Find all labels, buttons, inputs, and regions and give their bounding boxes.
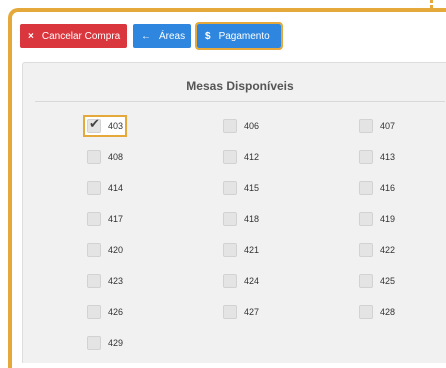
table-option-403[interactable]: ✔ 403 (82, 115, 128, 137)
checkmark-icon: ✔ (89, 117, 100, 132)
cancel-purchase-label: Cancelar Compra (41, 30, 121, 42)
table-checkbox[interactable] (87, 212, 101, 226)
areas-label: Áreas (159, 30, 186, 42)
table-checkbox[interactable] (223, 150, 237, 164)
table-checkbox[interactable] (223, 181, 237, 195)
table-checkbox[interactable] (223, 305, 237, 319)
table-number-label: 415 (244, 183, 260, 193)
table-checkbox[interactable] (87, 243, 101, 257)
table-option-408[interactable]: 408 (85, 148, 125, 166)
table-option-422[interactable]: 422 (357, 241, 397, 259)
table-option-414[interactable]: 414 (85, 179, 125, 197)
table-option-415[interactable]: 415 (221, 179, 261, 197)
table-checkbox[interactable] (223, 119, 237, 133)
table-option-420[interactable]: 420 (85, 241, 125, 259)
table-number-label: 416 (380, 183, 396, 193)
table-option-421[interactable]: 421 (221, 241, 261, 259)
close-icon: × (28, 30, 34, 42)
dollar-icon: $ (205, 30, 211, 42)
table-option-424[interactable]: 424 (221, 272, 261, 290)
arrow-left-icon: ← (141, 30, 151, 42)
table-option-427[interactable]: 427 (221, 303, 261, 321)
table-checkbox[interactable] (87, 181, 101, 195)
table-number-label: 407 (380, 121, 396, 131)
table-number-label: 425 (380, 276, 396, 286)
table-option-426[interactable]: 426 (85, 303, 125, 321)
table-checkbox[interactable] (87, 274, 101, 288)
payment-label: Pagamento (218, 30, 270, 42)
table-number-label: 429 (108, 338, 124, 348)
areas-button[interactable]: ← Áreas (133, 24, 191, 48)
table-number-label: 427 (244, 307, 260, 317)
tables-grid: ✔ 403 406 407 408 412 413 414 415 416 417 418 419 420… (23, 63, 446, 363)
table-number-label: 418 (244, 214, 260, 224)
table-checkbox[interactable] (359, 305, 373, 319)
table-number-label: 423 (108, 276, 124, 286)
payment-button[interactable]: $ Pagamento (195, 22, 283, 50)
table-option-428[interactable]: 428 (357, 303, 397, 321)
table-number-label: 420 (108, 245, 124, 255)
table-option-407[interactable]: 407 (357, 117, 397, 135)
toolbar: × Cancelar Compra ← Áreas $ Pagamento (20, 22, 283, 50)
table-checkbox[interactable]: ✔ (87, 117, 101, 133)
table-option-425[interactable]: 425 (357, 272, 397, 290)
cancel-purchase-button[interactable]: × Cancelar Compra (20, 24, 127, 48)
table-checkbox[interactable] (359, 243, 373, 257)
table-checkbox[interactable] (359, 119, 373, 133)
table-checkbox[interactable] (223, 243, 237, 257)
table-checkbox[interactable] (359, 274, 373, 288)
table-number-label: 406 (244, 121, 260, 131)
table-option-413[interactable]: 413 (357, 148, 397, 166)
table-checkbox[interactable] (87, 150, 101, 164)
table-number-label: 428 (380, 307, 396, 317)
table-checkbox[interactable] (359, 212, 373, 226)
decorative-dots (430, 0, 434, 8)
table-checkbox[interactable] (359, 181, 373, 195)
table-number-label: 421 (244, 245, 260, 255)
table-checkbox[interactable] (87, 336, 101, 350)
table-number-label: 417 (108, 214, 124, 224)
table-option-429[interactable]: 429 (85, 334, 125, 352)
table-option-416[interactable]: 416 (357, 179, 397, 197)
table-option-417[interactable]: 417 (85, 210, 125, 228)
table-number-label: 413 (380, 152, 396, 162)
table-checkbox[interactable] (223, 212, 237, 226)
table-option-412[interactable]: 412 (221, 148, 261, 166)
table-option-406[interactable]: 406 (221, 117, 261, 135)
available-tables-panel: Mesas Disponíveis ✔ 403 406 407 408 412 413 414… (22, 62, 446, 363)
table-number-label: 414 (108, 183, 124, 193)
table-checkbox[interactable] (223, 274, 237, 288)
table-number-label: 408 (108, 152, 124, 162)
table-number-label: 412 (244, 152, 260, 162)
table-number-label: 426 (108, 307, 124, 317)
table-number-label: 424 (244, 276, 260, 286)
table-number-label: 403 (108, 121, 124, 131)
table-option-419[interactable]: 419 (357, 210, 397, 228)
table-option-423[interactable]: 423 (85, 272, 125, 290)
table-number-label: 422 (380, 245, 396, 255)
table-option-418[interactable]: 418 (221, 210, 261, 228)
table-number-label: 419 (380, 214, 396, 224)
table-checkbox[interactable] (87, 305, 101, 319)
table-checkbox[interactable] (359, 150, 373, 164)
